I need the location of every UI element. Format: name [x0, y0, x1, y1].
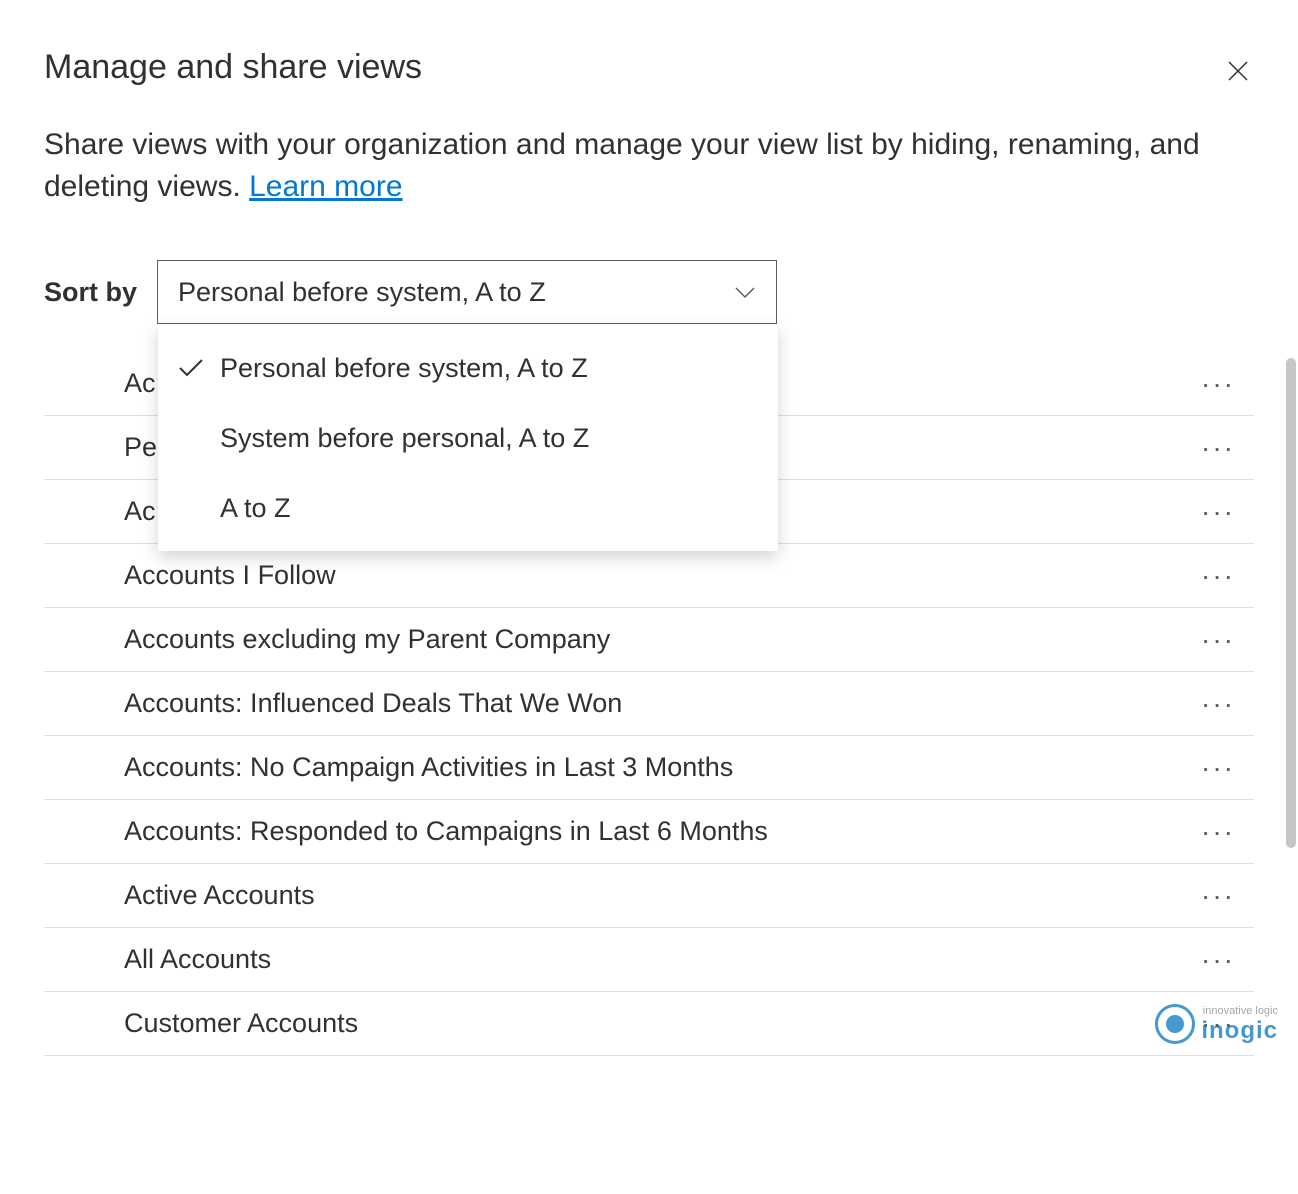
list-item[interactable]: All Accounts ···	[44, 928, 1254, 992]
panel-title: Manage and share views	[44, 48, 422, 87]
view-name-label: Active Accounts	[124, 880, 315, 911]
watermark-brand: inogic	[1201, 1019, 1278, 1043]
panel-header: Manage and share views	[44, 48, 1254, 88]
description-text: Share views with your organization and m…	[44, 128, 1200, 203]
more-icon: ···	[1201, 880, 1235, 912]
watermark-icon	[1155, 1004, 1195, 1044]
view-name-label: All Accounts	[124, 944, 271, 975]
sort-option-label: A to Z	[220, 493, 291, 524]
more-actions-button[interactable]: ···	[1198, 556, 1238, 596]
list-item[interactable]: Accounts I Follow ···	[44, 544, 1254, 608]
more-actions-button[interactable]: ···	[1198, 364, 1238, 404]
sort-selected-text: Personal before system, A to Z	[178, 277, 546, 308]
watermark-logo: innovative logic inogic	[1155, 1004, 1278, 1044]
more-actions-button[interactable]: ···	[1198, 428, 1238, 468]
more-icon: ···	[1201, 432, 1235, 464]
sort-select[interactable]: Personal before system, A to Z Personal …	[157, 260, 777, 324]
more-icon: ···	[1201, 560, 1235, 592]
list-item[interactable]: Active Accounts ···	[44, 864, 1254, 928]
more-actions-button[interactable]: ···	[1198, 748, 1238, 788]
list-item[interactable]: Accounts excluding my Parent Company ···	[44, 608, 1254, 672]
view-name-label: Accounts: Responded to Campaigns in Last…	[124, 816, 768, 847]
sort-dropdown: Personal before system, A to Z System be…	[158, 325, 778, 551]
more-icon: ···	[1201, 688, 1235, 720]
list-item[interactable]: Accounts: Influenced Deals That We Won ··…	[44, 672, 1254, 736]
learn-more-link[interactable]: Learn more	[249, 170, 402, 203]
watermark-text: innovative logic inogic	[1201, 1006, 1278, 1043]
view-name-label: Accounts excluding my Parent Company	[124, 624, 610, 655]
close-button[interactable]	[1222, 56, 1254, 88]
view-name-label: Customer Accounts	[124, 1008, 358, 1039]
more-icon: ···	[1201, 624, 1235, 656]
sort-row: Sort by Personal before system, A to Z P…	[44, 260, 1254, 324]
view-name-label: Accounts: No Campaign Activities in Last…	[124, 752, 733, 783]
more-icon: ···	[1201, 816, 1235, 848]
sort-label: Sort by	[44, 277, 137, 308]
manage-views-panel: Manage and share views Share views with …	[0, 0, 1298, 1194]
view-name-label: Accounts I Follow	[124, 560, 336, 591]
sort-option-label: System before personal, A to Z	[220, 423, 589, 454]
more-icon: ···	[1201, 368, 1235, 400]
watermark-icon-inner	[1166, 1015, 1184, 1033]
more-icon: ···	[1201, 496, 1235, 528]
more-icon: ···	[1201, 944, 1235, 976]
more-actions-button[interactable]: ···	[1198, 812, 1238, 852]
sort-option-personal-first[interactable]: Personal before system, A to Z	[158, 333, 778, 403]
sort-option-a-to-z[interactable]: A to Z	[158, 473, 778, 543]
view-name-label: Pe	[124, 432, 157, 463]
chevron-down-icon	[734, 285, 756, 299]
list-item[interactable]: Accounts: No Campaign Activities in Last…	[44, 736, 1254, 800]
more-actions-button[interactable]: ···	[1198, 876, 1238, 916]
watermark-tagline: innovative logic	[1201, 1006, 1278, 1017]
view-name-label: Ac	[124, 368, 156, 399]
panel-description: Share views with your organization and m…	[44, 124, 1254, 208]
view-name-label: Accounts: Influenced Deals That We Won	[124, 688, 622, 719]
close-icon	[1226, 59, 1250, 83]
more-actions-button[interactable]: ···	[1198, 940, 1238, 980]
more-actions-button[interactable]: ···	[1198, 492, 1238, 532]
list-item[interactable]: Customer Accounts···	[44, 992, 1254, 1056]
sort-option-system-first[interactable]: System before personal, A to Z	[158, 403, 778, 473]
list-item[interactable]: Accounts: Responded to Campaigns in Last…	[44, 800, 1254, 864]
more-actions-button[interactable]: ···	[1198, 684, 1238, 724]
view-name-label: Ac	[124, 496, 156, 527]
checkmark-icon	[178, 358, 204, 378]
scrollbar-thumb[interactable]	[1286, 358, 1296, 848]
more-actions-button[interactable]: ···	[1198, 620, 1238, 660]
checkmark-slot	[176, 358, 206, 378]
sort-option-label: Personal before system, A to Z	[220, 353, 588, 384]
more-icon: ···	[1201, 752, 1235, 784]
